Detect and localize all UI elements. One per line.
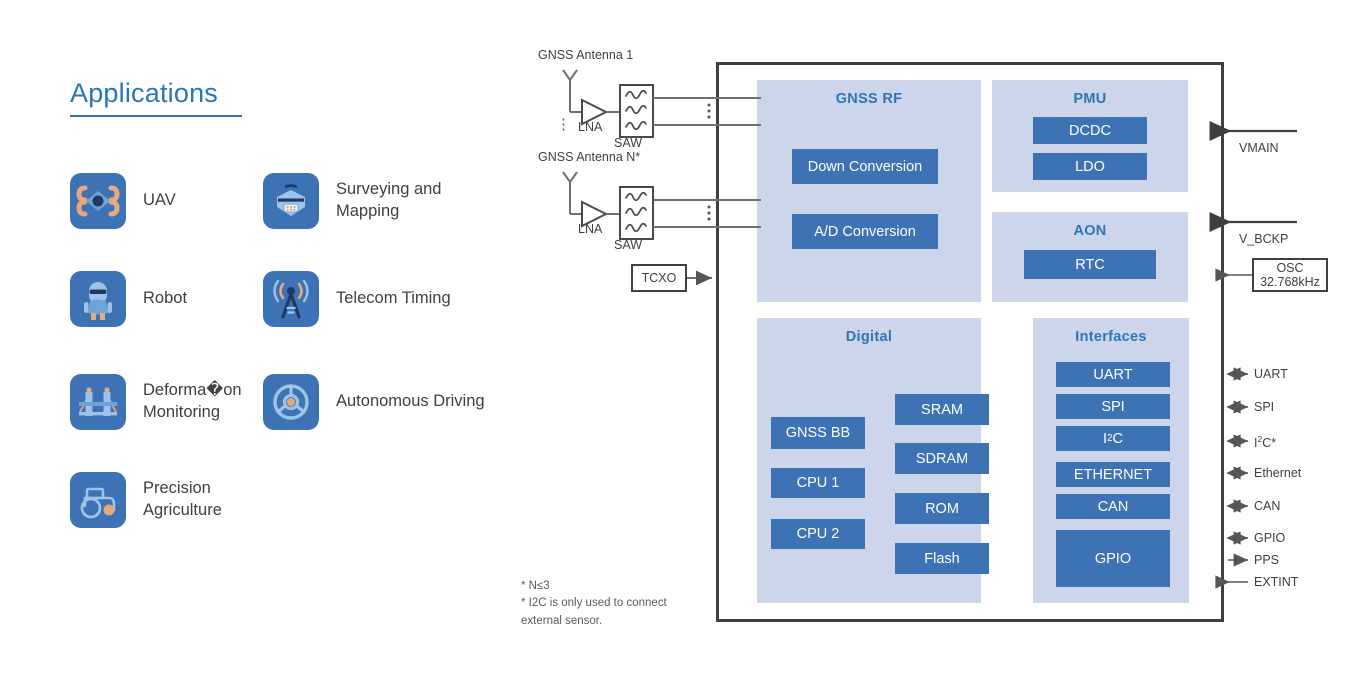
application-label: Precision Agriculture [143,479,222,519]
sub-block-can[interactable]: CAN [1056,494,1170,519]
sub-block-dcdc[interactable]: DCDC [1033,117,1147,144]
sub-block-ldo[interactable]: LDO [1033,153,1147,180]
sub-block-ethernet[interactable]: ETHERNET [1056,462,1170,487]
saw-1-symbol [619,84,654,138]
pin-label-v-bckp: V_BCKP [1239,232,1289,246]
sub-block-gpio[interactable]: GPIO [1056,530,1170,587]
footnotes: * N≤3 * I2C is only used to connect exte… [521,578,667,630]
sub-block-rom[interactable]: ROM [895,493,989,524]
application-item-robot[interactable]: Robot [70,271,187,327]
tcxo-block[interactable]: TCXO [631,264,687,292]
pin-label-pps: PPS [1254,553,1280,567]
sub-block-cpu-2[interactable]: CPU 2 [771,519,865,549]
application-label: Autonomous Driving [336,392,485,411]
applications-panel: Applications UAV Surveying and Mapping R… [0,0,500,684]
pin-label-uart: UART [1254,367,1288,381]
application-item-autonomous[interactable]: Autonomous Driving [263,374,485,430]
sub-block-gnss-bb[interactable]: GNSS BB [771,417,865,449]
pin-label-ethernet: Ethernet [1254,466,1302,480]
title-underline [70,115,242,117]
saw-2-wave-3 [625,222,647,233]
rtk-receiver-icon [263,173,319,229]
application-item-telecom[interactable]: Telecom Timing [263,271,451,327]
group-title: Digital [845,329,893,345]
pin-label-can: CAN [1254,499,1281,513]
antenna-chain-ellipsis: ⋮ [556,116,571,133]
application-item-agriculture[interactable]: Precision Agriculture [70,472,293,528]
saw-2-wave-1 [625,191,647,202]
group-title: GNSS RF [835,91,903,107]
sub-block-cpu-1[interactable]: CPU 1 [771,468,865,498]
pin-label-vmain: VMAIN [1239,141,1279,155]
antenna-n-symbol [562,171,578,184]
application-label: Surveying and Mapping [336,180,442,220]
saw-1-wave-3 [625,120,647,131]
lna-1-label: LNA [578,120,603,134]
group-title: AON [1073,223,1107,239]
saw-1-wave-2 [625,104,647,115]
sub-block-rtc[interactable]: RTC [1024,250,1156,279]
saw-2-label: SAW [614,238,643,252]
pin-label-extint: EXTINT [1254,575,1299,589]
bridge-icon [70,374,126,430]
sub-block-sdram[interactable]: SDRAM [895,443,989,474]
osc-line-2: 32.768kHz [1260,275,1320,289]
application-label: Robot [143,289,188,308]
saw-1-label: SAW [614,136,643,150]
footnote-line-3: external sensor. [521,614,603,627]
robot-icon [70,271,126,327]
footnote-line-2: * I2C is only used to connect [521,597,667,610]
sub-block-uart[interactable]: UART [1056,362,1170,387]
antenna-1-symbol [562,69,578,82]
antenna-n-label: GNSS Antenna N* [538,150,641,164]
osc-block[interactable]: OSC 32.768kHz [1252,258,1328,292]
application-label: UAV [143,191,176,210]
lna-2-label: LNA [578,222,603,236]
application-label: Telecom Timing [336,289,451,308]
pin-label-gpio: GPIO [1254,531,1286,545]
tractor-icon [70,472,126,528]
application-item-uav[interactable]: UAV [70,173,176,229]
footnote-line-1: * N≤3 [521,580,550,592]
signal-bundle-ellipsis [707,103,711,221]
sub-block-ad-conversion[interactable]: A/D Conversion [792,214,938,249]
pin-label-i2c: I2C* [1254,434,1277,451]
antenna-tower-icon [263,271,319,327]
page-title: Applications [70,78,218,108]
sub-block-sram[interactable]: SRAM [895,394,989,425]
application-item-surveying[interactable]: Surveying and Mapping [263,173,486,229]
group-title: PMU [1073,91,1107,107]
saw-2-wave-2 [625,206,647,217]
sub-block-down-conversion[interactable]: Down Conversion [792,149,938,184]
antenna-1-label: GNSS Antenna 1 [538,48,634,62]
pin-label-spi: SPI [1254,400,1275,414]
steering-wheel-icon [263,374,319,430]
sub-block-spi[interactable]: SPI [1056,394,1170,419]
saw-2-symbol [619,186,654,240]
sub-block-i2c[interactable]: I2C [1056,426,1170,451]
osc-line-1: OSC [1276,260,1304,275]
drone-icon [70,173,126,229]
block-group-gnss-rf: GNSS RF [757,80,981,302]
application-item-deformation[interactable]: Deforma�on Monitoring [70,374,293,430]
sub-block-flash[interactable]: Flash [895,543,989,574]
group-title: Interfaces [1075,329,1147,345]
saw-1-wave-1 [625,89,647,100]
